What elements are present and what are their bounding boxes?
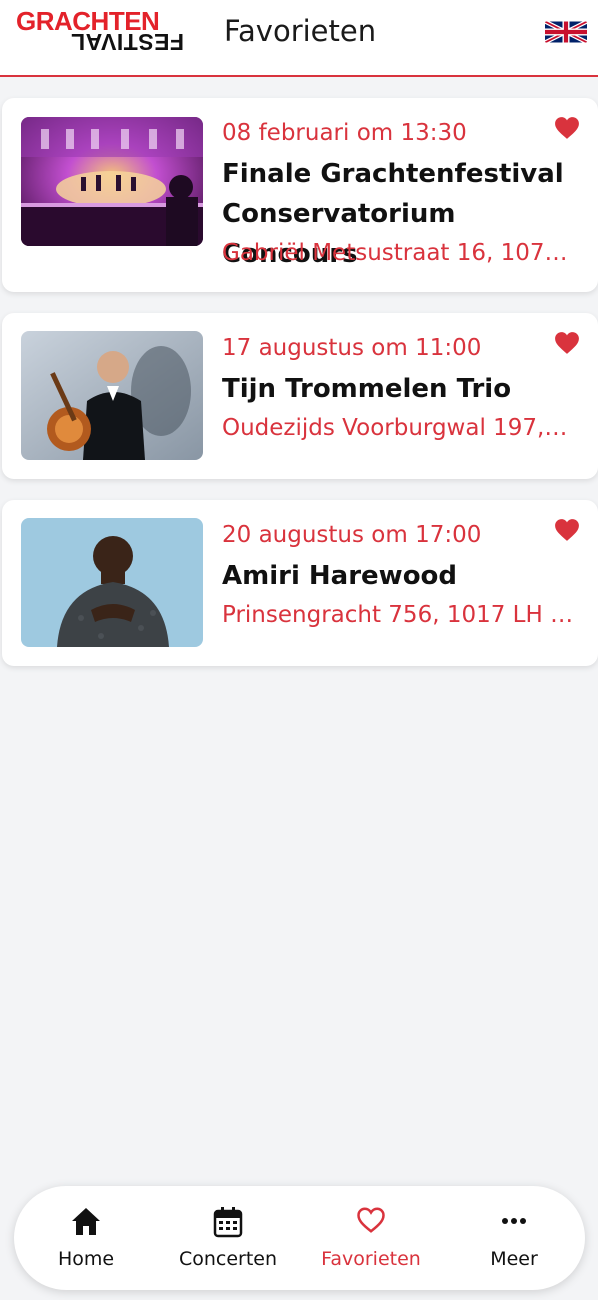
nav-favorieten-label: Favorieten — [321, 1248, 421, 1270]
nav-favorieten[interactable]: Favorieten — [311, 1186, 431, 1290]
heart-filled-icon[interactable] — [554, 116, 580, 140]
uk-flag-icon[interactable] — [545, 19, 587, 45]
home-icon — [70, 1206, 102, 1240]
grachtenfestival-logo[interactable]: GRACHTEN FESTIVAL — [16, 8, 184, 55]
favorite-card[interactable]: 20 augustus om 17:00 Amiri Harewood Prin… — [2, 500, 598, 666]
more-icon — [499, 1206, 529, 1240]
app-screen: GRACHTEN FESTIVAL Favorieten 08 februari… — [0, 0, 598, 1300]
bottom-navigation: Home Concerten Favorieten Meer — [14, 1186, 585, 1290]
favorite-card[interactable]: 08 februari om 13:30 Finale Grachtenfest… — [2, 98, 598, 292]
event-address: Prinsengracht 756, 1017 LH … — [222, 602, 574, 628]
nav-concerten[interactable]: Concerten — [168, 1186, 288, 1290]
event-date: 08 februari om 13:30 — [222, 120, 467, 146]
event-title: Tijn Trommelen Trio — [222, 374, 512, 404]
favorite-card[interactable]: 17 augustus om 11:00 Tijn Trommelen Trio… — [2, 313, 598, 479]
nav-meer-label: Meer — [490, 1248, 538, 1270]
logo-bottom-text: FESTIVAL — [70, 29, 184, 55]
event-title: Amiri Harewood — [222, 561, 458, 591]
page-title: Favorieten — [224, 14, 377, 48]
event-date: 17 augustus om 11:00 — [222, 335, 482, 361]
event-address: Gabriël Metsustraat 16, 107… — [222, 240, 568, 266]
nav-concerten-label: Concerten — [178, 1248, 278, 1270]
artist-portrait-photo — [21, 518, 203, 647]
nav-home[interactable]: Home — [26, 1186, 146, 1290]
heart-filled-icon[interactable] — [554, 331, 580, 355]
concert-hall-photo — [21, 117, 203, 246]
calendar-icon — [213, 1206, 243, 1242]
nav-meer[interactable]: Meer — [454, 1186, 574, 1290]
nav-home-label: Home — [57, 1248, 115, 1270]
heart-filled-icon[interactable] — [554, 518, 580, 542]
header-bar: GRACHTEN FESTIVAL Favorieten — [0, 0, 598, 77]
guitarist-portrait-photo — [21, 331, 203, 460]
heart-outline-icon — [356, 1206, 386, 1238]
event-date: 20 augustus om 17:00 — [222, 522, 482, 548]
event-address: Oudezijds Voorburgwal 197,… — [222, 415, 568, 441]
